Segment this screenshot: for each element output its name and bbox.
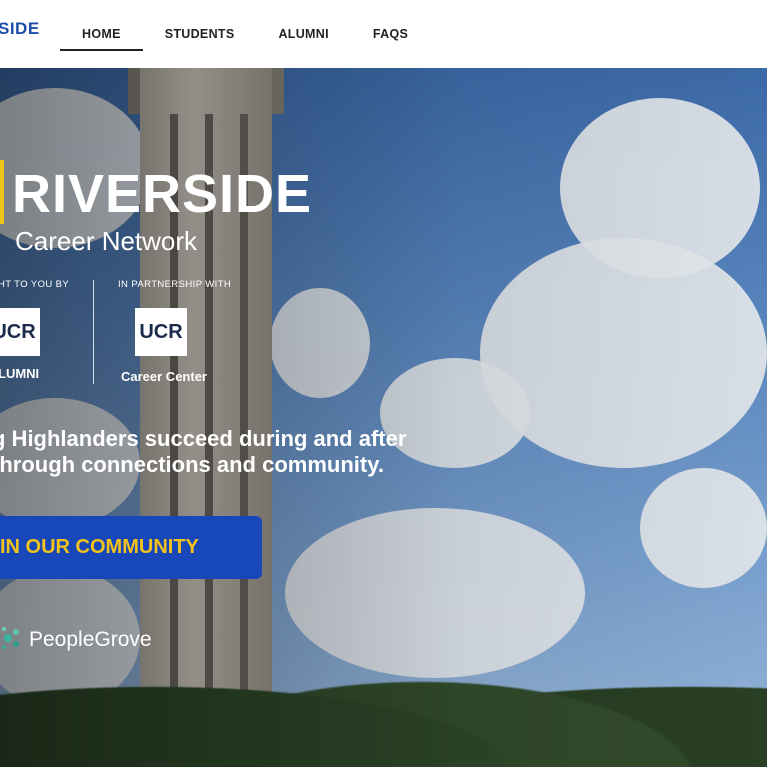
- hero-tagline: g Highlanders succeed during and after t…: [0, 426, 422, 478]
- ucr-alumni-logo: UCR: [0, 308, 40, 356]
- join-community-button[interactable]: IN OUR COMMUNITY: [0, 516, 262, 579]
- brought-by-caption: HT TO YOU BY: [0, 279, 70, 290]
- nav-home[interactable]: HOME: [60, 0, 143, 68]
- nav-students[interactable]: STUDENTS: [143, 0, 257, 68]
- logo-accent-bar: [0, 160, 4, 224]
- peoplegrove-logo-icon: [2, 627, 19, 649]
- hero-banner: RIVERSIDE Career Network HT TO YOU BY IN…: [0, 68, 767, 767]
- main-nav: HOME STUDENTS ALUMNI FAQS: [60, 0, 430, 68]
- tagline-line-1: g Highlanders succeed during and after: [0, 426, 407, 451]
- career-center-label: Career Center: [121, 369, 207, 384]
- nav-alumni[interactable]: ALUMNI: [256, 0, 350, 68]
- nav-faqs[interactable]: FAQS: [351, 0, 430, 68]
- partnership-caption: IN PARTNERSHIP WITH: [118, 279, 232, 290]
- logo-subtitle: Career Network: [15, 226, 198, 256]
- alumni-label: LUMNI: [0, 366, 40, 381]
- brand-logo[interactable]: SIDE: [0, 19, 40, 39]
- ucr-career-center-logo: UCR: [135, 308, 187, 356]
- powered-by-peoplegrove[interactable]: PeopleGrove: [29, 628, 152, 652]
- top-navigation-bar: SIDE HOME STUDENTS ALUMNI FAQS: [0, 0, 767, 68]
- tagline-line-2: through connections and community.: [0, 452, 384, 477]
- logo-title: RIVERSIDE: [12, 164, 313, 224]
- logo-divider: [93, 280, 94, 384]
